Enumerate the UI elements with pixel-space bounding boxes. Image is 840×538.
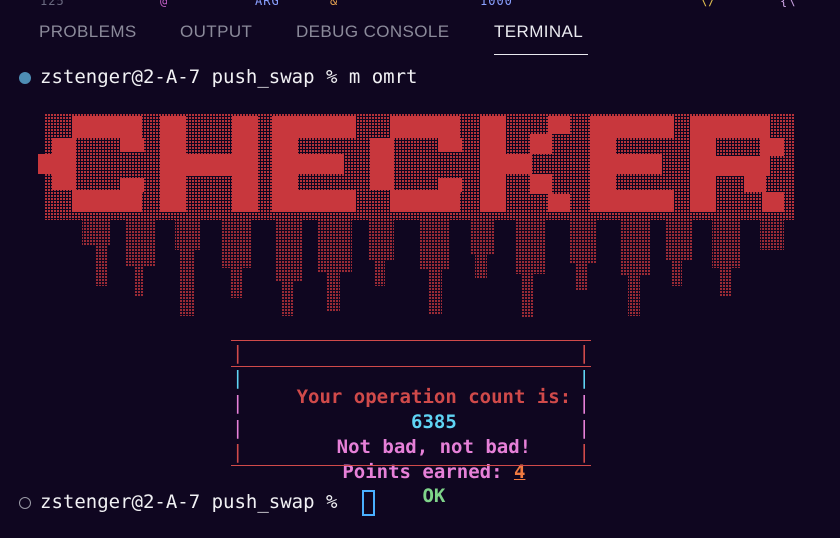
checker-banner-art [38, 114, 794, 318]
clipped-terminal-line: 125 @ ARG & 1000 \/ {\ [40, 0, 797, 8]
box-right-border: | [578, 342, 590, 364]
points-row: | Points earned: 4 | [231, 417, 591, 483]
status-ok: OK [422, 485, 446, 507]
command-line-2: zstenger@2-A-7 push_swap % [40, 491, 349, 513]
box-right-border: | [578, 367, 590, 389]
box-left-border: | [232, 367, 244, 389]
box-right-border: | [578, 441, 590, 463]
active-tab-indicator [494, 54, 588, 55]
tab-problems[interactable]: PROBLEMS [39, 22, 137, 42]
command-line-1: zstenger@2-A-7 push_swap % m omrt [40, 66, 418, 88]
tab-debug-console[interactable]: DEBUG CONSOLE [296, 22, 450, 42]
message-row: | Not bad, not bad! | [231, 392, 591, 458]
command-status-dot-icon [19, 497, 31, 509]
box-right-border: | [578, 417, 590, 439]
box-bottom-border [231, 465, 591, 466]
box-left-border: | [232, 342, 244, 364]
box-left-border: | [232, 417, 244, 439]
status-row: | OK | [231, 441, 591, 507]
operation-count-heading-row: | Your operation count is: | [231, 342, 591, 408]
panel-tab-bar: PROBLEMS OUTPUT DEBUG CONSOLE TERMINAL [0, 8, 840, 56]
box-left-border: | [232, 441, 244, 463]
box-left-border: | [232, 392, 244, 414]
tab-terminal[interactable]: TERMINAL [494, 22, 583, 42]
box-right-border: | [578, 392, 590, 414]
command-status-dot-icon [19, 72, 31, 84]
box-top-border [231, 340, 591, 341]
terminal-cursor[interactable] [362, 490, 375, 516]
result-box: | Your operation count is: | | 6385 | | … [231, 340, 591, 507]
tab-output[interactable]: OUTPUT [180, 22, 252, 42]
operation-count-row: | 6385 | [231, 367, 591, 433]
